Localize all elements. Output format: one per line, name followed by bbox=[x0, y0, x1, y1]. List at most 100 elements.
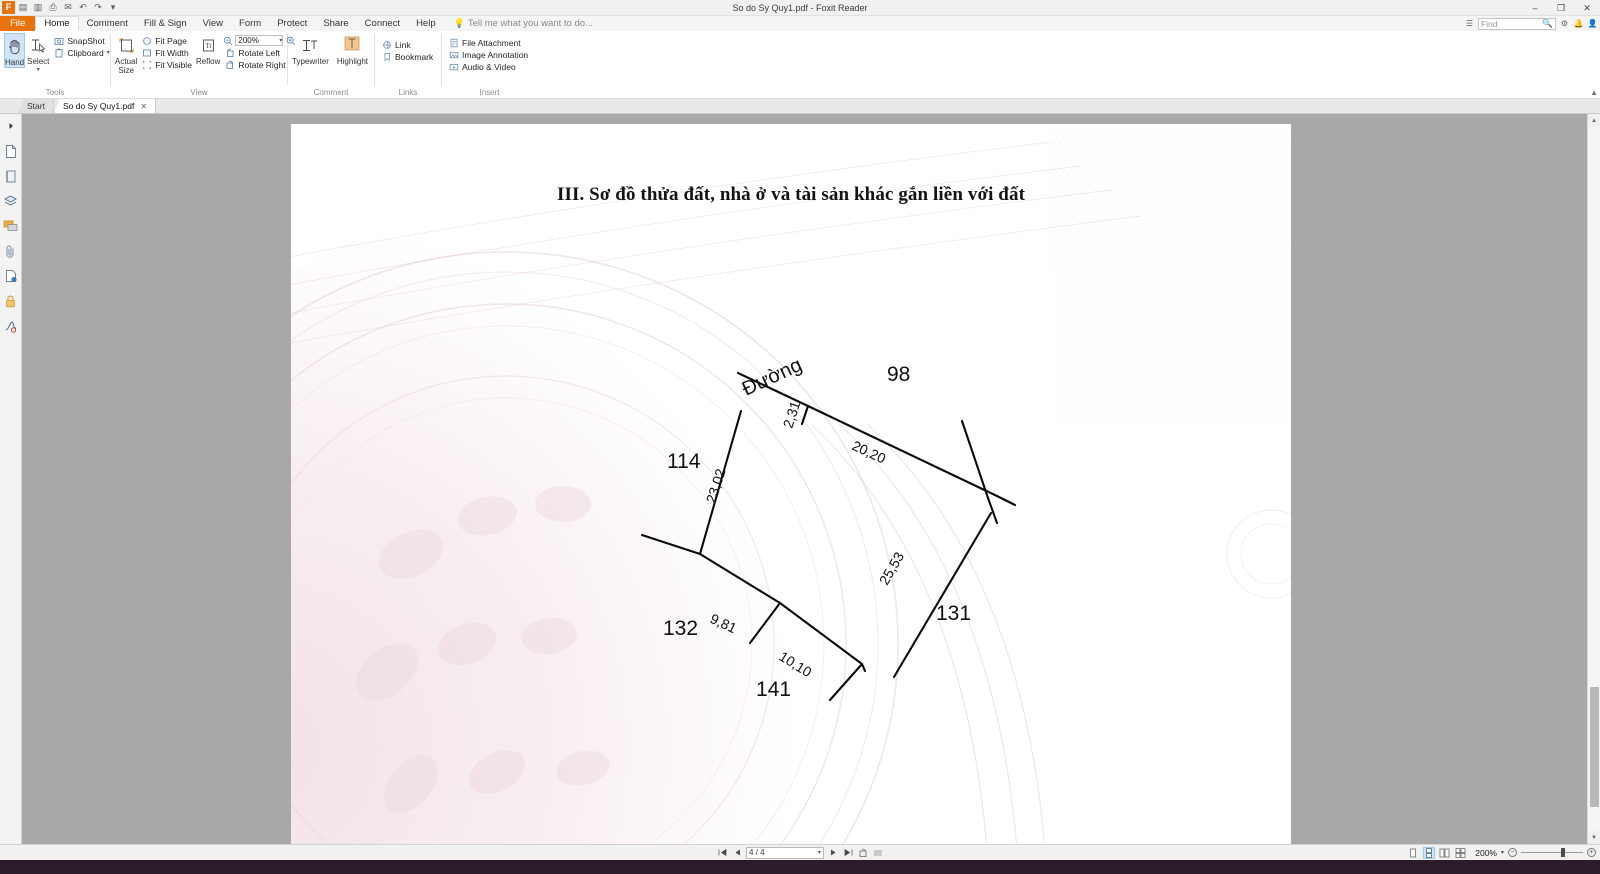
actual-size-button[interactable]: Actual Size bbox=[115, 33, 137, 75]
search-icon[interactable]: 🔍 bbox=[1542, 18, 1553, 29]
doc-tab-pdf[interactable]: So do Sy Quy1.pdf ✕ bbox=[53, 99, 157, 113]
snapshot-button[interactable]: SnapShot bbox=[51, 35, 111, 46]
pdf-page: III. Sơ đồ thửa đất, nhà ở và tài sản kh… bbox=[291, 124, 1291, 844]
pdf-viewer[interactable]: III. Sơ đồ thửa đất, nhà ở và tài sản kh… bbox=[22, 114, 1600, 844]
menu-tab-view[interactable]: View bbox=[195, 16, 231, 31]
zoom-slider[interactable] bbox=[1521, 848, 1583, 857]
menu-tab-share[interactable]: Share bbox=[315, 16, 356, 31]
maximize-button[interactable]: ❐ bbox=[1548, 0, 1574, 16]
select-tool-button[interactable]: Select ▾ bbox=[27, 33, 49, 73]
scroll-up-button[interactable]: ▲ bbox=[1587, 114, 1600, 127]
file-attachment-button[interactable]: File Attachment bbox=[446, 37, 530, 48]
hand-tool-button[interactable]: Hand bbox=[4, 33, 26, 68]
first-page-button[interactable] bbox=[716, 847, 728, 859]
next-page-button[interactable] bbox=[827, 847, 839, 859]
find-input[interactable]: Find 🔍 bbox=[1478, 17, 1556, 30]
menu-file[interactable]: File bbox=[0, 16, 36, 31]
fit-width-button[interactable]: Fit Width bbox=[139, 47, 194, 58]
highlight-button[interactable]: Highlight bbox=[335, 33, 370, 66]
layers-icon[interactable] bbox=[3, 193, 19, 209]
chevron-down-icon[interactable]: ▾ bbox=[818, 849, 821, 856]
chevron-down-icon[interactable]: ▾ bbox=[279, 37, 282, 44]
find-settings-icon[interactable]: ⚙ bbox=[1559, 18, 1570, 29]
single-page-view-icon[interactable] bbox=[1407, 847, 1419, 859]
foxit-logo-icon[interactable]: F bbox=[2, 1, 15, 14]
save-icon[interactable]: ▥ bbox=[31, 1, 45, 14]
menu-tab-fill-sign[interactable]: Fill & Sign bbox=[136, 16, 195, 31]
security-icon[interactable] bbox=[3, 293, 19, 309]
stamps-icon[interactable] bbox=[3, 268, 19, 284]
signature-icon[interactable] bbox=[3, 318, 19, 334]
bookmark-button[interactable]: Bookmark bbox=[379, 51, 435, 62]
redo-icon[interactable]: ↷ bbox=[91, 1, 105, 14]
facing-view-icon[interactable] bbox=[1439, 847, 1451, 859]
vertical-scrollbar[interactable]: ▲ ▼ bbox=[1587, 114, 1600, 844]
ribbon-group-tools: Hand Select ▾ SnapShot Clipboard ▾ Tools bbox=[0, 31, 110, 98]
page-thumbnails-icon[interactable] bbox=[3, 143, 19, 159]
continuous-facing-view-icon[interactable] bbox=[1455, 847, 1467, 859]
undo-icon[interactable]: ↶ bbox=[76, 1, 90, 14]
close-icon[interactable]: ✕ bbox=[140, 102, 147, 111]
zoom-out-icon[interactable] bbox=[222, 35, 233, 46]
zoom-level-input[interactable]: 200% ▾ bbox=[235, 35, 284, 46]
hand-tool-label: Hand bbox=[5, 58, 25, 67]
os-taskbar bbox=[0, 860, 1600, 874]
menu-tab-form[interactable]: Form bbox=[231, 16, 269, 31]
fit-page-button[interactable]: Fit Page bbox=[139, 35, 194, 46]
ribbon-group-view: Actual Size Fit Page Fit Width Fit Visib… bbox=[111, 31, 296, 98]
zoom-dropdown-icon[interactable]: ▾ bbox=[1501, 849, 1504, 856]
rotate-left-button[interactable]: Rotate Left bbox=[222, 47, 296, 58]
menu-tab-connect[interactable]: Connect bbox=[357, 16, 408, 31]
menu-tab-protect[interactable]: Protect bbox=[269, 16, 315, 31]
zoom-slider-thumb[interactable] bbox=[1561, 848, 1565, 857]
last-page-button[interactable] bbox=[842, 847, 854, 859]
image-annotation-button[interactable]: Image Annotation bbox=[446, 49, 530, 60]
fit-width-label: Fit Width bbox=[155, 47, 189, 58]
chevron-down-icon[interactable]: ▾ bbox=[37, 66, 40, 73]
chevron-down-icon[interactable]: ▾ bbox=[107, 49, 110, 56]
fit-width-icon bbox=[141, 47, 152, 58]
bookmarks-icon[interactable] bbox=[3, 168, 19, 184]
rotate-right-button[interactable]: Rotate Right bbox=[222, 59, 296, 70]
attachments-icon[interactable] bbox=[3, 243, 19, 259]
minimize-button[interactable]: – bbox=[1522, 0, 1548, 16]
clipboard-button[interactable]: Clipboard ▾ bbox=[51, 47, 111, 58]
scroll-down-button[interactable]: ▼ bbox=[1587, 831, 1600, 844]
audio-video-button[interactable]: Audio & Video bbox=[446, 61, 530, 72]
menu-tab-comment[interactable]: Comment bbox=[79, 16, 136, 31]
email-icon[interactable]: ✉ bbox=[61, 1, 75, 14]
doc-tab-start[interactable]: Start bbox=[18, 99, 54, 113]
page-layout-button[interactable] bbox=[872, 847, 884, 859]
open-icon[interactable]: ▤ bbox=[16, 1, 30, 14]
user-account-icon[interactable]: 👤 bbox=[1587, 18, 1598, 29]
typewriter-button[interactable]: Typewriter bbox=[292, 33, 329, 66]
print-icon[interactable]: ⎙ bbox=[46, 1, 60, 14]
link-button[interactable]: Link bbox=[379, 39, 435, 50]
zoom-slider-track[interactable] bbox=[1521, 848, 1583, 857]
comments-icon[interactable] bbox=[3, 218, 19, 234]
ribbon-group-label-view: View bbox=[190, 88, 208, 97]
collapse-ribbon-icon[interactable]: ▲ bbox=[1590, 88, 1598, 97]
continuous-view-icon[interactable] bbox=[1422, 846, 1435, 859]
window-controls: – ❐ ✕ bbox=[1522, 0, 1600, 16]
reflow-button[interactable]: Tr Reflow bbox=[196, 33, 220, 66]
dimension-9-81: 9,81 bbox=[708, 610, 740, 636]
menu-tab-home[interactable]: Home bbox=[35, 16, 79, 31]
previous-page-button[interactable] bbox=[731, 847, 743, 859]
viewer-scroll-area[interactable]: III. Sơ đồ thửa đất, nhà ở và tài sản kh… bbox=[22, 114, 1587, 844]
menu-tab-help[interactable]: Help bbox=[408, 16, 444, 31]
scroll-track[interactable] bbox=[1587, 127, 1600, 831]
account-thumb-icon[interactable]: ☰ bbox=[1464, 18, 1475, 29]
page-number-input[interactable]: 4 / 4 ▾ bbox=[746, 846, 824, 859]
customize-qat-icon[interactable]: ▾ bbox=[106, 1, 120, 14]
zoom-in-button[interactable]: + bbox=[1587, 848, 1596, 857]
rotate-view-button[interactable] bbox=[857, 847, 869, 859]
zoom-out-button[interactable]: − bbox=[1508, 848, 1517, 857]
scroll-thumb[interactable] bbox=[1589, 687, 1599, 807]
expand-panel-icon[interactable] bbox=[3, 118, 19, 134]
close-button[interactable]: ✕ bbox=[1574, 0, 1600, 16]
fit-visible-button[interactable]: Fit Visible bbox=[139, 59, 194, 70]
tell-me-box[interactable]: 💡 Tell me what you want to do... bbox=[444, 16, 593, 31]
notifications-icon[interactable]: 🔔 bbox=[1573, 18, 1584, 29]
attachment-icon bbox=[448, 37, 459, 48]
